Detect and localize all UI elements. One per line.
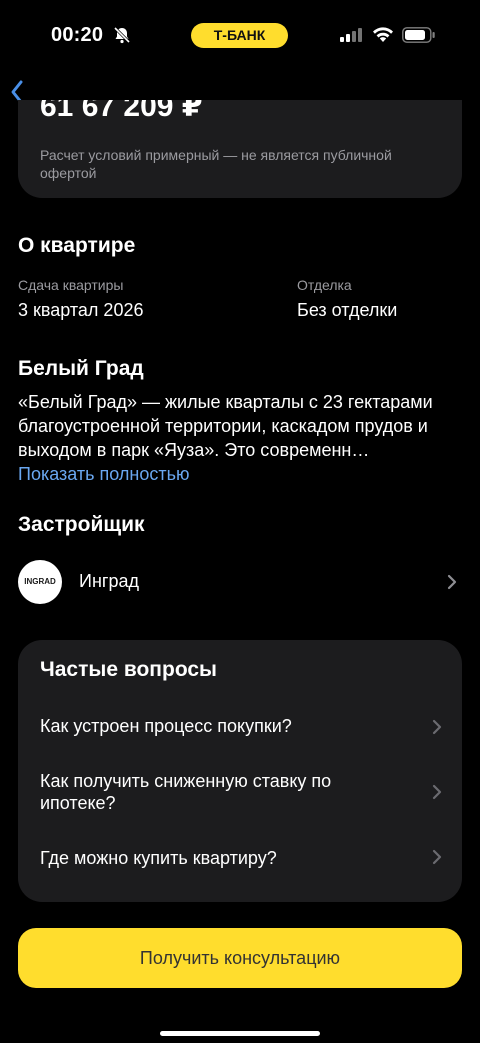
delivery-value: 3 квартал 2026 [18,300,144,320]
developer-logo: INGRAD [18,560,62,604]
wifi-icon [373,27,393,42]
status-time: 00:20 [51,24,104,46]
faq-item-label: Как устроен процесс покупки? [40,716,292,736]
finish-value: Без отделки [297,300,398,320]
delivery-label: Сдача квартиры [18,277,124,293]
chevron-right-icon [447,574,457,590]
faq-title: Частые вопросы [40,658,217,681]
show-more-link[interactable]: Показать полностью [18,464,189,485]
cellular-signal-icon [340,28,362,42]
chevron-right-icon [432,784,442,800]
apartment-section-title: О квартире [18,234,136,257]
bank-badge: Т-БАНК [191,23,288,48]
price-amount: 61 67 209 ₽ [40,100,203,123]
status-bar: 00:20 Т-БАНК [0,0,480,72]
developer-name: Инград [79,571,139,591]
price-disclaimer: Расчет условий примерный — не является п… [40,147,392,181]
home-indicator[interactable] [160,1031,320,1036]
faq-item-label: Где можно купить квартиру? [40,848,277,868]
consultation-button[interactable]: Получить консультацию [18,928,462,988]
faq-card: Частые вопросы Как устроен процесс покуп… [18,640,462,902]
faq-item-label: Как получить сниженную ставку по ипотеке… [40,771,332,813]
chevron-right-icon [432,719,442,735]
complex-description: «Белый Град» — жилые кварталы с 23 гекта… [18,392,433,460]
chevron-right-icon [432,849,442,865]
developer-section-title: Застройщик [18,513,145,536]
complex-title: Белый Град [18,357,144,380]
battery-icon [402,27,435,43]
bell-muted-icon [113,26,131,44]
finish-label: Отделка [297,277,352,293]
price-card: 61 67 209 ₽ Расчет условий примерный — н… [18,100,462,198]
